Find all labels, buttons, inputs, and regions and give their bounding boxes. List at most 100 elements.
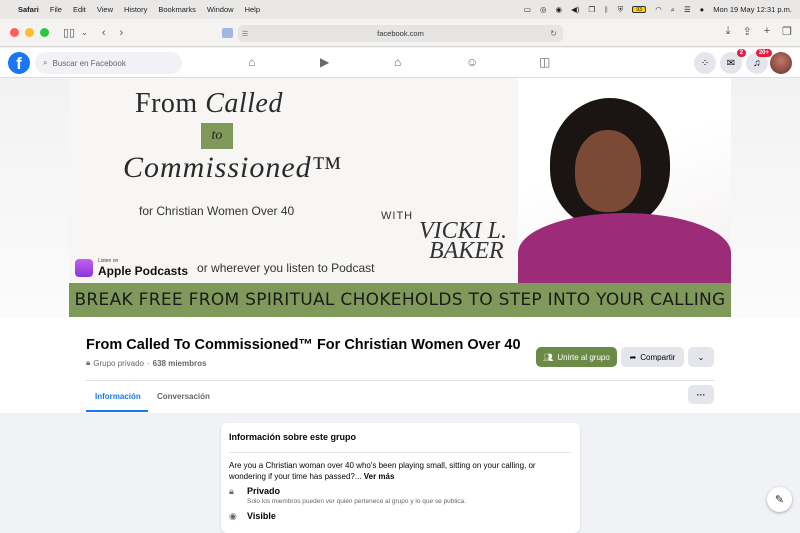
search-placeholder: Buscar en Facebook	[52, 58, 126, 68]
podcast-label: Listen on Apple Podcasts	[98, 258, 188, 278]
see-more-link[interactable]: Ver más	[364, 472, 395, 481]
gaming-icon[interactable]: ◫	[539, 55, 550, 69]
page-menu-icon[interactable]: ☰	[242, 30, 248, 38]
volume-icon[interactable]: ◀)	[571, 5, 579, 14]
more-options-button[interactable]: ⌄	[688, 347, 714, 367]
menu-history[interactable]: History	[124, 5, 147, 14]
home-icon[interactable]: ⌂	[248, 55, 255, 69]
window-icon[interactable]: ❐	[588, 5, 595, 14]
menu-file[interactable]: File	[50, 5, 62, 14]
menu-help[interactable]: Help	[245, 5, 260, 14]
reload-icon[interactable]: ↻	[550, 29, 557, 38]
group-icon: 👥︎	[543, 352, 554, 362]
control-center-icon[interactable]: ☰	[684, 5, 691, 14]
share-label: Compartir	[640, 352, 676, 362]
chevron-down-icon[interactable]: ⌄	[81, 28, 88, 37]
share-button[interactable]: ➦ Compartir	[621, 347, 684, 367]
messenger-button[interactable]: ✉ 2	[720, 49, 746, 74]
group-meta: 🔒︎ Grupo privado · 638 miembros	[86, 358, 206, 368]
shield-icon[interactable]: ⛨	[618, 5, 624, 15]
back-button[interactable]: ‹	[102, 27, 106, 39]
groups-icon[interactable]: ☺	[466, 55, 478, 69]
siri-icon[interactable]: ●	[700, 5, 705, 14]
facebook-logo-icon[interactable]: f	[8, 52, 30, 74]
private-title: Privado	[247, 486, 281, 496]
sidebar-toggle-icon[interactable]: ▯▯	[63, 26, 75, 39]
join-group-button[interactable]: 👥︎ Unirte al grupo	[536, 347, 617, 367]
screen-record-icon[interactable]: ◎	[540, 5, 547, 14]
battery-level: 93	[636, 6, 642, 13]
cover-title-line2: Commissioned™	[123, 151, 343, 184]
window-controls	[10, 28, 49, 37]
separator-dot: ·	[146, 358, 150, 368]
ellipsis-icon: ···	[696, 389, 706, 400]
new-message-button[interactable]: ✎	[767, 487, 792, 512]
divider	[86, 380, 714, 381]
page-title: From Called To Commissioned™ For Christi…	[86, 337, 521, 353]
menu-app-name[interactable]: Safari	[18, 5, 39, 14]
macos-menubar: Safari File Edit View History Bookmarks …	[0, 0, 800, 19]
search-icon: ⌕	[43, 58, 48, 67]
lock-icon: 🔒︎	[229, 486, 234, 496]
tab-overview-icon[interactable]: ❐	[782, 25, 792, 38]
address-bar[interactable]: ☰ facebook.com ↻	[238, 25, 563, 42]
menu-edit[interactable]: Edit	[73, 5, 86, 14]
new-tab-icon[interactable]: +	[764, 25, 770, 38]
avatar[interactable]	[770, 52, 792, 74]
group-members[interactable]: 638 miembros	[153, 359, 207, 368]
menu-grid-button[interactable]: ⁘	[694, 52, 716, 74]
join-group-label: Unirte al grupo	[557, 352, 610, 362]
site-favicon-icon[interactable]	[222, 28, 233, 38]
share-icon[interactable]: ⇪	[742, 25, 751, 38]
host-photo	[518, 78, 731, 283]
minimize-window-button[interactable]	[25, 28, 34, 37]
cover-signature: VICKI L. BAKER	[419, 219, 507, 264]
bell-icon: ♫	[753, 57, 761, 69]
browser-toolbar: ▯▯ ⌄ ‹ › ☰ facebook.com ↻ ⤓ ⇪ + ❐	[0, 19, 800, 47]
download-icon[interactable]: ⤓	[726, 25, 731, 38]
forward-button[interactable]: ›	[119, 27, 123, 39]
photo-face	[575, 130, 641, 212]
facebook-header: f ⌕ Buscar en Facebook ⌂ ▶ ⌂ ☺ ◫ ⁘ ✉ 2 ♫…	[0, 48, 800, 78]
about-description: Are you a Christian woman over 40 who's …	[229, 460, 569, 482]
close-window-button[interactable]	[10, 28, 19, 37]
battery-icon[interactable]: 93	[632, 6, 647, 13]
bluetooth-icon[interactable]: ᛒ	[604, 5, 609, 14]
cover-called: Called	[205, 88, 283, 119]
divider	[229, 452, 572, 453]
about-group-card: Información sobre este grupo Are you a C…	[221, 423, 580, 533]
search-input[interactable]: ⌕ Buscar en Facebook	[35, 52, 182, 74]
notifications-badge: 20+	[755, 49, 772, 57]
compose-icon: ✎	[774, 494, 785, 506]
zoom-window-button[interactable]	[40, 28, 49, 37]
cover-image: From Called to Commissioned™ for Christi…	[69, 78, 731, 317]
video-icon[interactable]: ▶	[320, 55, 329, 69]
wifi-extra-icon[interactable]: ◉	[556, 5, 563, 14]
menubar-status-area: ▭ ◎ ◉ ◀) ❐ ᛒ ⛨ 93 ◠ ⌕ ☰ ● Mon 19 May 12:…	[524, 5, 792, 15]
signature-line2: BAKER	[429, 238, 504, 264]
group-header: From Called To Commissioned™ For Christi…	[0, 318, 800, 413]
about-heading: Información sobre este grupo	[229, 432, 357, 442]
chevron-down-icon: ⌄	[697, 352, 705, 362]
messenger-icon: ✉	[726, 57, 736, 69]
tab-conversacion[interactable]: Conversación	[157, 392, 210, 401]
spotlight-icon[interactable]: ⌕	[671, 5, 675, 15]
notifications-button[interactable]: ♫ 20+	[746, 49, 772, 74]
tab-informacion[interactable]: Información	[95, 392, 141, 401]
tabs-more-button[interactable]: ···	[688, 385, 714, 404]
privacy-row: 🔒︎ Privado Solo los miembros pueden ver …	[229, 486, 466, 505]
cover-from: From	[135, 88, 206, 119]
visible-title: Visible	[247, 511, 276, 521]
podcast-big-label: Apple Podcasts	[98, 264, 189, 278]
menu-view[interactable]: View	[97, 5, 113, 14]
apple-podcasts-badge: Listen on Apple Podcasts or wherever you…	[75, 258, 374, 278]
clock[interactable]: Mon 19 May 12:31 p.m.	[713, 5, 792, 14]
marketplace-icon[interactable]: ⌂	[394, 55, 401, 69]
display-icon[interactable]: ▭	[524, 5, 531, 14]
cover-to-box: to	[201, 123, 233, 149]
wifi-icon[interactable]: ◠	[655, 5, 662, 14]
menu-bookmarks[interactable]: Bookmarks	[158, 5, 196, 14]
podcast-icon	[75, 259, 93, 277]
menu-window[interactable]: Window	[207, 5, 234, 14]
group-privacy[interactable]: Grupo privado	[93, 359, 144, 368]
